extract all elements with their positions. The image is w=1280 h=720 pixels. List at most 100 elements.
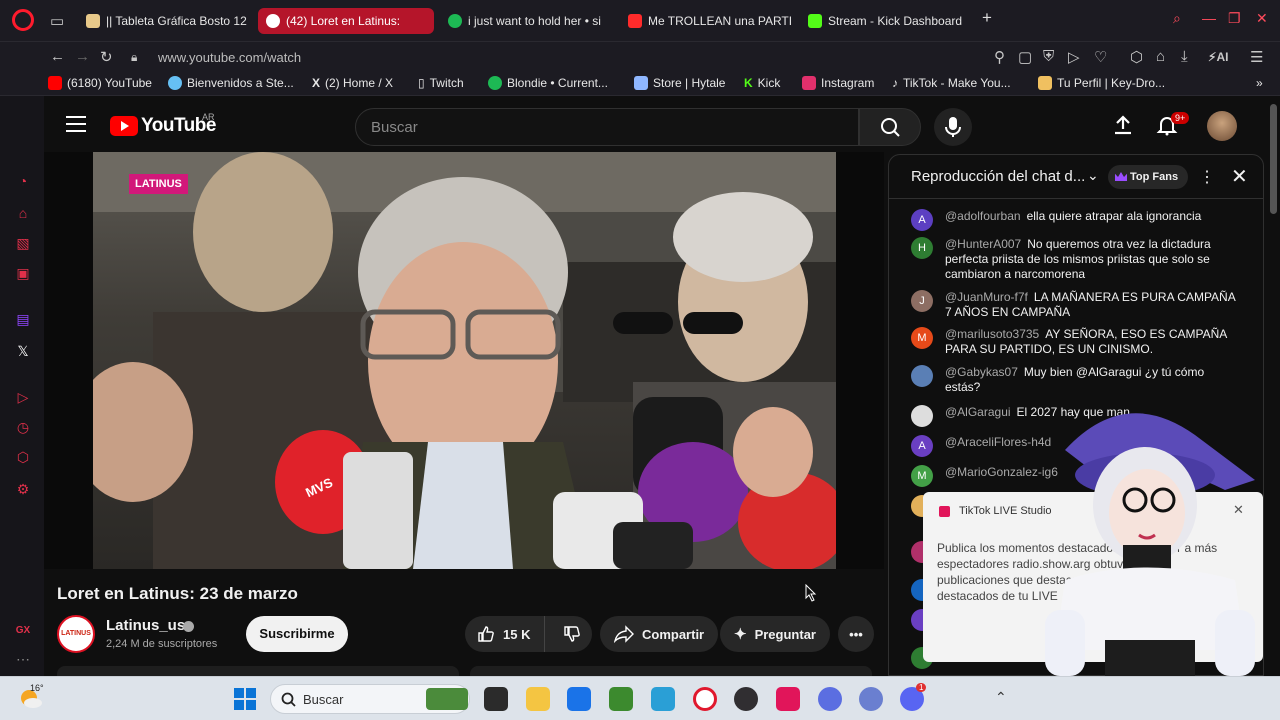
aria-ai-button[interactable]: ⚡︎AI <box>1208 50 1228 64</box>
chat-avatar[interactable]: M <box>911 327 933 349</box>
video-player[interactable]: LATINUS MVS <box>93 152 836 569</box>
chat-author[interactable]: @marilusoto3735 <box>945 327 1039 341</box>
bookmark-x[interactable]: X (2) Home / X <box>312 76 393 90</box>
chat-avatar[interactable] <box>911 405 933 427</box>
account-avatar[interactable] <box>1207 111 1237 141</box>
messenger-icon[interactable]: ▣ <box>14 264 32 282</box>
page-scrollbar[interactable] <box>1270 104 1277 214</box>
snapshot-icon[interactable]: ▢ <box>1018 48 1032 66</box>
app-icon[interactable] <box>818 687 842 711</box>
crypto-wallet-icon[interactable]: ⌂ <box>14 204 32 222</box>
maximize-button[interactable]: ❐ <box>1228 10 1241 27</box>
minimize-button[interactable]: — <box>1202 10 1216 26</box>
chat-author[interactable]: @Gabykas07 <box>945 365 1018 379</box>
new-tab-button[interactable]: + <box>982 8 992 28</box>
tab-tableta[interactable]: || Tableta Gráfica Bosto 12 <box>78 8 250 34</box>
chat-avatar[interactable] <box>911 365 933 387</box>
bookmarks-overflow-icon[interactable]: » <box>1256 76 1263 90</box>
share-button[interactable]: Compartir <box>600 616 719 652</box>
heart-icon[interactable]: ♡ <box>1094 48 1107 66</box>
extensions-sidebar-icon[interactable]: ⬡ <box>14 448 32 466</box>
tab-loret-latinus[interactable]: (42) Loret en Latinus: <box>258 8 434 34</box>
bookmark-hytale[interactable]: Store | Hytale <box>634 76 725 90</box>
chevron-up-icon[interactable]: ⌃ <box>995 689 1007 706</box>
search-button[interactable] <box>859 108 921 146</box>
file-explorer-icon[interactable] <box>526 687 550 711</box>
reload-icon[interactable]: ↻ <box>100 48 113 66</box>
chat-author[interactable]: @adolfourban <box>945 209 1021 223</box>
x-sidebar-icon[interactable]: 𝕏 <box>14 342 32 360</box>
play-icon[interactable]: ▷ <box>1068 48 1080 66</box>
description-panel[interactable] <box>57 666 459 676</box>
opera-gx-taskbar-icon[interactable] <box>693 687 717 711</box>
dislike-button[interactable] <box>553 616 581 652</box>
aria-icon[interactable]: ◔ <box>14 172 32 190</box>
forward-icon[interactable]: → <box>75 48 90 65</box>
history-icon[interactable]: ◷ <box>14 418 32 436</box>
bookmark-tiktok[interactable]: ♪ TikTok - Make You... <box>892 76 1011 90</box>
ask-button[interactable]: ✦ Preguntar <box>720 616 830 652</box>
minecraft-icon[interactable] <box>609 687 633 711</box>
chat-avatar[interactable]: A <box>911 209 933 231</box>
wallet-icon[interactable]: ⌂ <box>1156 48 1165 65</box>
popup-body[interactable]: Publica los momentos destacados para atr… <box>937 540 1237 604</box>
app-icon[interactable] <box>859 687 883 711</box>
chat-author[interactable]: @AraceliFlores-h4d <box>945 435 1051 449</box>
microsoft-store-icon[interactable] <box>567 687 591 711</box>
chat-avatar[interactable]: M <box>911 465 933 487</box>
bookmark-youtube[interactable]: (6180) YouTube <box>48 76 152 90</box>
chat-avatar[interactable]: H <box>911 237 933 259</box>
more-actions-button[interactable]: ••• <box>838 616 874 652</box>
tab-trollean[interactable]: Me TROLLEAN una PARTI <box>620 8 792 34</box>
obs-icon[interactable] <box>734 687 758 711</box>
chat-avatar[interactable]: A <box>911 435 933 457</box>
bookmark-keydrop[interactable]: Tu Perfil | Key-Dro... <box>1038 76 1165 90</box>
back-icon[interactable]: ← <box>50 48 65 65</box>
gx-icon[interactable]: GX <box>14 622 32 640</box>
chat-more-icon[interactable]: ⋮ <box>1199 167 1215 187</box>
settings-icon[interactable]: ⚙ <box>14 480 32 498</box>
voice-search-button[interactable] <box>934 108 972 146</box>
gx-corner-icon[interactable]: ▧ <box>14 234 32 252</box>
more-sidebar-icon[interactable]: ⋯ <box>14 650 32 668</box>
bookmark-instagram[interactable]: Instagram <box>802 76 874 90</box>
close-popup-icon[interactable]: ✕ <box>1233 502 1244 518</box>
bookmark-steam[interactable]: Bienvenidos a Ste... <box>168 76 294 90</box>
subscribe-button[interactable]: Suscribirme <box>246 616 348 652</box>
tiktok-studio-taskbar-icon[interactable] <box>776 687 800 711</box>
url-field[interactable]: www.youtube.com/watch <box>158 50 301 65</box>
comments-panel[interactable] <box>470 666 872 676</box>
channel-avatar[interactable]: LATINUS <box>57 615 95 653</box>
chat-author[interactable]: @HunterA007 <box>945 237 1021 251</box>
chat-author[interactable]: @MarioGonzalez-ig6 <box>945 465 1058 479</box>
tab-kick-dashboard[interactable]: Stream - Kick Dashboard <box>800 8 972 34</box>
search-tabs-icon[interactable]: ⌕ <box>1173 10 1181 27</box>
photos-icon[interactable] <box>651 687 675 711</box>
twitch-icon[interactable]: ▤ <box>14 310 32 328</box>
bookmark-twitch[interactable]: ▯ Twitch <box>418 76 464 90</box>
task-view-icon[interactable] <box>484 687 508 711</box>
search-input[interactable]: Buscar <box>355 108 859 146</box>
chat-title[interactable]: Reproducción del chat d... <box>911 168 1085 185</box>
easy-setup-icon[interactable]: ☰ <box>1250 48 1263 66</box>
pin-icon[interactable]: ⚲ <box>994 48 1005 66</box>
create-button[interactable] <box>1112 114 1134 141</box>
chat-avatar[interactable]: J <box>911 290 933 312</box>
youtube-logo[interactable]: YouTube <box>110 115 216 137</box>
top-fans-button[interactable]: Top Fans <box>1108 165 1189 189</box>
close-chat-icon[interactable]: ✕ <box>1231 164 1248 189</box>
like-button[interactable]: 15 K <box>465 616 545 652</box>
taskbar-search-box[interactable]: Buscar <box>270 684 470 714</box>
opera-menu-icon[interactable] <box>12 9 34 31</box>
chat-author[interactable]: @JuanMuro-f7f <box>945 290 1028 304</box>
bookmark-spotify[interactable]: Blondie • Current... <box>488 76 608 90</box>
chat-author[interactable]: @AlGaragui <box>945 405 1011 419</box>
tab-snap-icon[interactable]: ▭ <box>50 12 64 30</box>
download-icon[interactable]: ⤓ <box>1181 48 1188 65</box>
tab-spotify[interactable]: i just want to hold her • si <box>440 8 612 34</box>
close-window-button[interactable]: ✕ <box>1256 10 1268 27</box>
bookmark-kick[interactable]: K Kick <box>744 76 780 90</box>
extensions-icon[interactable]: ⬡ <box>1130 48 1143 66</box>
channel-name[interactable]: Latinus_us <box>106 617 185 634</box>
chevron-down-icon[interactable]: ⌄ <box>1087 167 1099 184</box>
